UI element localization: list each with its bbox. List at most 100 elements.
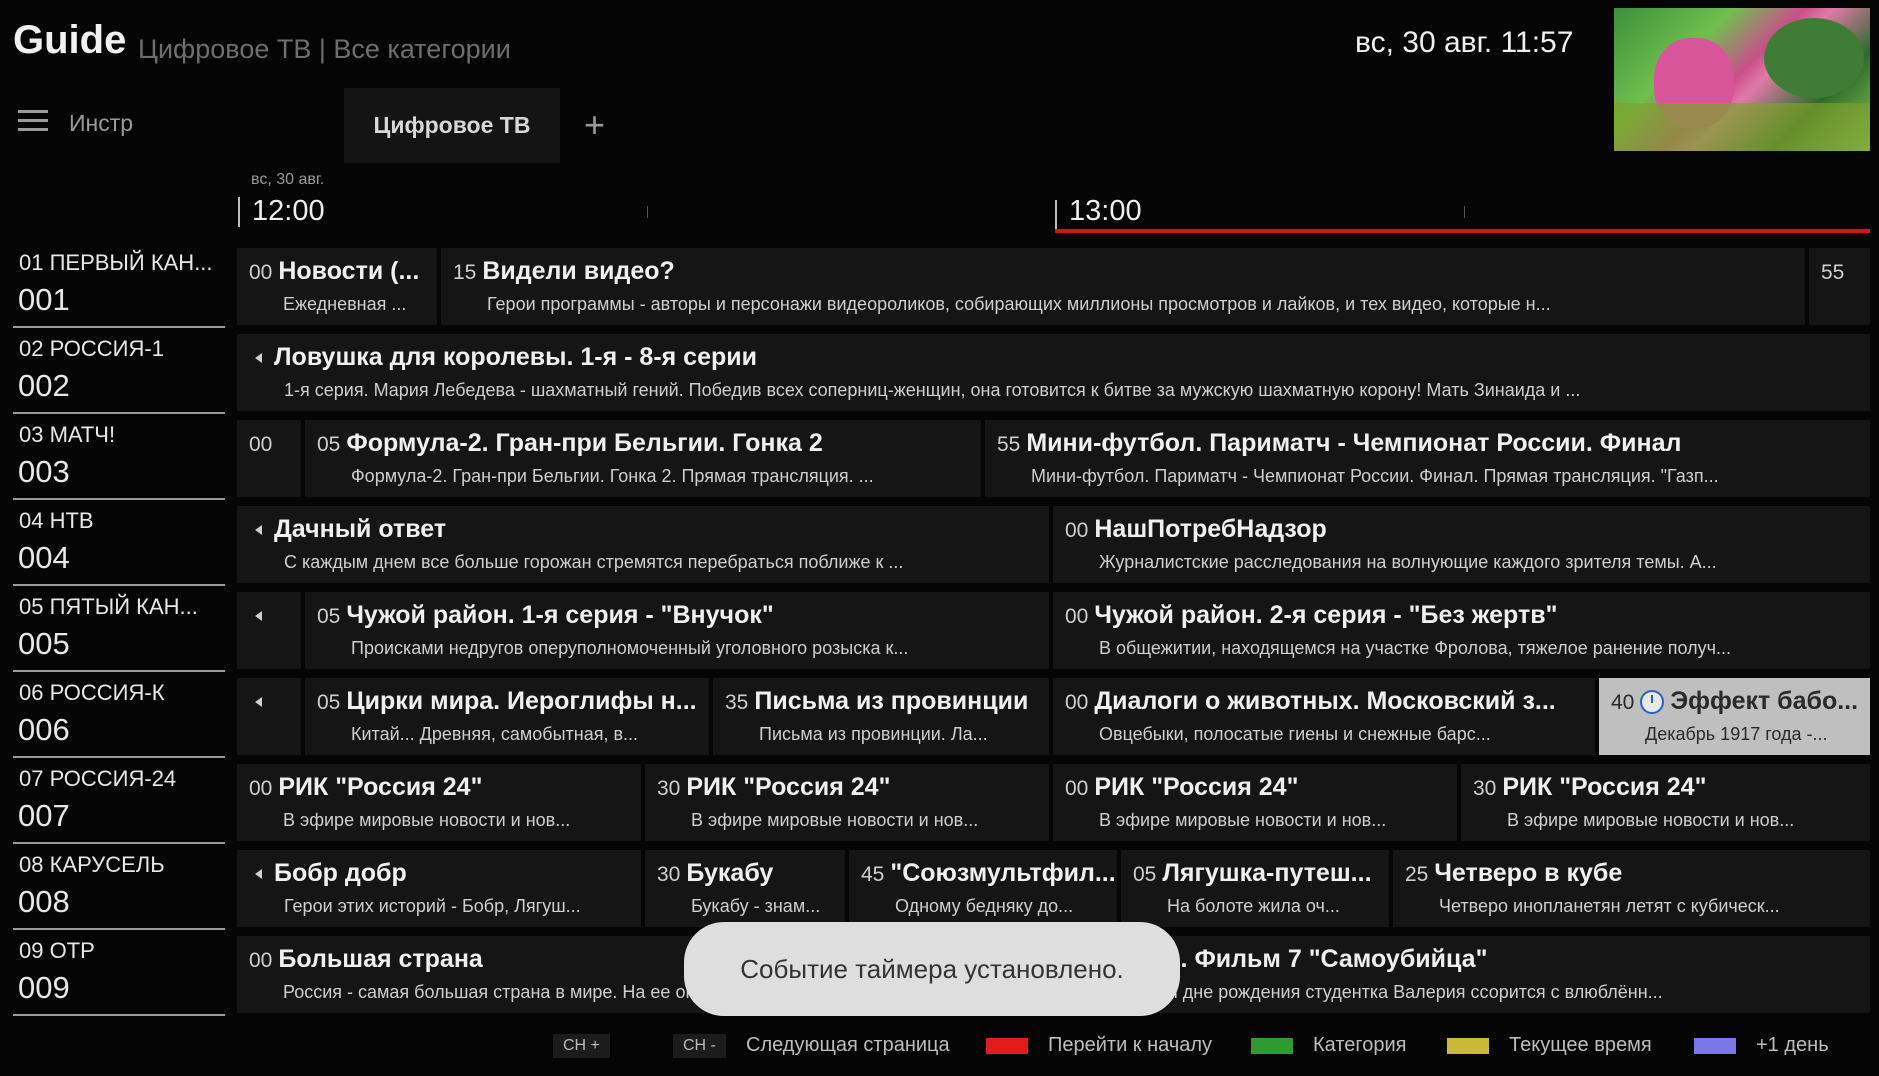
yellow-button-hint[interactable]: Текущее время (1447, 1034, 1652, 1057)
program-cell[interactable]: 00 Новости (... Ежедневная ... (237, 248, 437, 325)
red-button-label: Перейти к началу (1048, 1034, 1213, 1056)
tab-digital-tv[interactable]: Цифровое ТВ (344, 88, 560, 163)
program-title: "Союзмультфил... (890, 859, 1116, 887)
program-start-minute: 40 (1611, 691, 1635, 714)
page-title: Guide (13, 18, 127, 62)
program-cell[interactable]: 30 РИК "Россия 24" В эфире мировые новост… (645, 764, 1049, 841)
red-button-hint[interactable]: Перейти к началу (986, 1034, 1212, 1057)
tools-button[interactable]: Инстр (69, 110, 133, 137)
hamburger-menu-icon[interactable] (18, 110, 48, 132)
program-start-minute: 00 (1065, 691, 1089, 714)
program-cell[interactable]: 30 РИК "Россия 24" В эфире мировые новост… (1461, 764, 1870, 841)
program-start-minute: 00 (249, 261, 273, 284)
program-cell[interactable]: 05 Лягушка-путеш... На болоте жила оч... (1121, 850, 1389, 927)
program-start-minute: 05 (317, 433, 341, 456)
program-title: Дачный ответ (274, 515, 447, 543)
channel-item[interactable]: 03 МАТЧ! 003 (13, 416, 225, 500)
program-cell[interactable]: Ловушка для королевы. 1-я - 8-я серии 1-… (237, 334, 1870, 411)
breadcrumb: Цифровое ТВ | Все категории (138, 34, 511, 64)
program-cell-selected[interactable]: 40 Эффект бабо... Декабрь 1917 года -... (1599, 678, 1870, 755)
program-start-minute: 35 (725, 691, 749, 714)
program-cell[interactable]: 00 Диалоги о животных. Московский з... Ов… (1053, 678, 1595, 755)
program-start-minute: 00 (249, 433, 273, 456)
live-preview-thumbnail[interactable] (1614, 8, 1870, 151)
channel-item[interactable]: 08 КАРУСЕЛЬ 008 (13, 846, 225, 930)
channel-name: 06 РОССИЯ-К (19, 680, 165, 705)
channel-item[interactable]: 06 РОССИЯ-К 006 (13, 674, 225, 758)
channel-item[interactable]: 02 РОССИЯ-1 002 (13, 330, 225, 414)
program-cell[interactable]: 15 Видели видео? Герои программы - авторы… (441, 248, 1805, 325)
program-cell[interactable]: 25 Четверо в кубе Четверо инопланетян лет… (1393, 850, 1870, 927)
continued-arrow-icon (255, 869, 262, 880)
program-description: Букабу - знам... (691, 896, 821, 916)
program-description: Мини-футбол. Париматч - Чемпионат России… (1031, 466, 1719, 486)
program-start-minute: 25 (1405, 863, 1429, 886)
blue-button-label: +1 день (1756, 1034, 1829, 1056)
program-description: Журналистские расследования на волнующие… (1099, 552, 1717, 572)
program-cell[interactable]: 05 Цирки мира. Иероглифы н... Китай... Др… (305, 678, 709, 755)
channel-item[interactable]: 01 ПЕРВЫЙ КАН... 001 (13, 244, 225, 328)
channel-number: 002 (18, 368, 70, 403)
program-description: Одному бедняку до... (895, 896, 1074, 916)
channel-number: 001 (18, 282, 70, 317)
program-cell[interactable]: 00 РИК "Россия 24" В эфире мировые новост… (1053, 764, 1457, 841)
channel-number: 008 (18, 884, 70, 919)
add-tab-icon[interactable]: + (584, 104, 605, 146)
ch-minus-key[interactable]: CH - (673, 1034, 726, 1058)
program-title: Чужой район. 1-я серия - "Внучок" (346, 601, 774, 629)
channel-number: 005 (18, 626, 70, 661)
time-tick-1300 (1055, 200, 1057, 230)
program-description: Ежедневная ... (283, 294, 407, 314)
channel-item[interactable]: 05 ПЯТЫЙ КАН... 005 (13, 588, 225, 672)
channel-number: 007 (18, 798, 70, 833)
program-cell[interactable] (237, 678, 301, 755)
channel-name: 07 РОССИЯ-24 (19, 766, 177, 791)
program-cell[interactable]: 00 (237, 420, 301, 497)
program-cell[interactable]: 05 Чужой район. 1-я серия - "Внучок" Прои… (305, 592, 1049, 669)
program-description: Декабрь 1917 года -... (1645, 724, 1828, 744)
channel-name: 03 МАТЧ! (19, 422, 116, 447)
channel-number: 003 (18, 454, 70, 489)
channel-name: 01 ПЕРВЫЙ КАН... (19, 250, 213, 275)
green-key-swatch (1251, 1037, 1293, 1054)
program-cell[interactable]: 35 Письма из провинции Письма из провинци… (713, 678, 1049, 755)
program-cell[interactable]: 00 Чужой район. 2-я серия - "Без жертв" В… (1053, 592, 1870, 669)
program-cell[interactable]: 55 (1809, 248, 1870, 325)
program-title: Большая страна (278, 945, 483, 973)
channel-item[interactable]: 07 РОССИЯ-24 007 (13, 760, 225, 844)
program-description: Герои этих историй - Бобр, Лягуш... (284, 896, 581, 916)
program-cell[interactable]: 00 НашПотребНадзор Журналистские расследо… (1053, 506, 1870, 583)
program-description: Овцебыки, полосатые гиены и снежные барс… (1099, 724, 1491, 744)
program-cell[interactable]: 00 РИК "Россия 24" В эфире мировые новост… (237, 764, 641, 841)
program-title: РИК "Россия 24" (1094, 773, 1299, 801)
ch-minus-label: CH - (673, 1034, 726, 1058)
blue-button-hint[interactable]: +1 день (1694, 1034, 1829, 1057)
channel-name: 02 РОССИЯ-1 (19, 336, 164, 361)
program-start-minute: 05 (1133, 863, 1157, 886)
program-cell[interactable]: 45 "Союзмультфил... Одному бедняку до... (849, 850, 1117, 927)
program-description: Четверо инопланетян летят с кубическ... (1439, 896, 1780, 916)
program-title: Новости (... (278, 257, 420, 285)
yellow-button-label: Текущее время (1509, 1034, 1652, 1056)
next-page-label: Следующая страница (746, 1034, 950, 1056)
channel-item[interactable]: 09 ОТР 009 (13, 932, 225, 1016)
program-title: Четверо в кубе (1434, 859, 1623, 887)
ch-plus-key[interactable]: CH + (553, 1034, 610, 1058)
program-cell[interactable]: 05 Формула-2. Гран-при Бельгии. Гонка 2 Ф… (305, 420, 981, 497)
timer-set-toast: Событие таймера установлено. (684, 922, 1180, 1016)
program-title: Бобр добр (274, 859, 407, 887)
program-description: Письма из провинции. Ла... (759, 724, 988, 744)
green-button-hint[interactable]: Категория (1251, 1034, 1407, 1057)
program-cell[interactable]: 55 Мини-футбол. Париматч - Чемпионат Росс… (985, 420, 1870, 497)
program-start-minute: 00 (249, 777, 273, 800)
program-description: В эфире мировые новости и нов... (691, 810, 979, 830)
program-cell[interactable] (237, 592, 301, 669)
time-label-1200: 12:00 (252, 195, 325, 227)
program-description: С каждым днем все больше горожан стремят… (284, 552, 904, 572)
program-cell[interactable]: Бобр добр Герои этих историй - Бобр, Ляг… (237, 850, 641, 927)
program-start-minute: 00 (249, 949, 273, 972)
program-cell[interactable]: 30 Букабу Букабу - знам... (645, 850, 845, 927)
program-cell[interactable]: Дачный ответ С каждым днем все больше го… (237, 506, 1049, 583)
channel-item[interactable]: 04 НТВ 004 (13, 502, 225, 586)
continued-arrow-icon (255, 697, 262, 708)
